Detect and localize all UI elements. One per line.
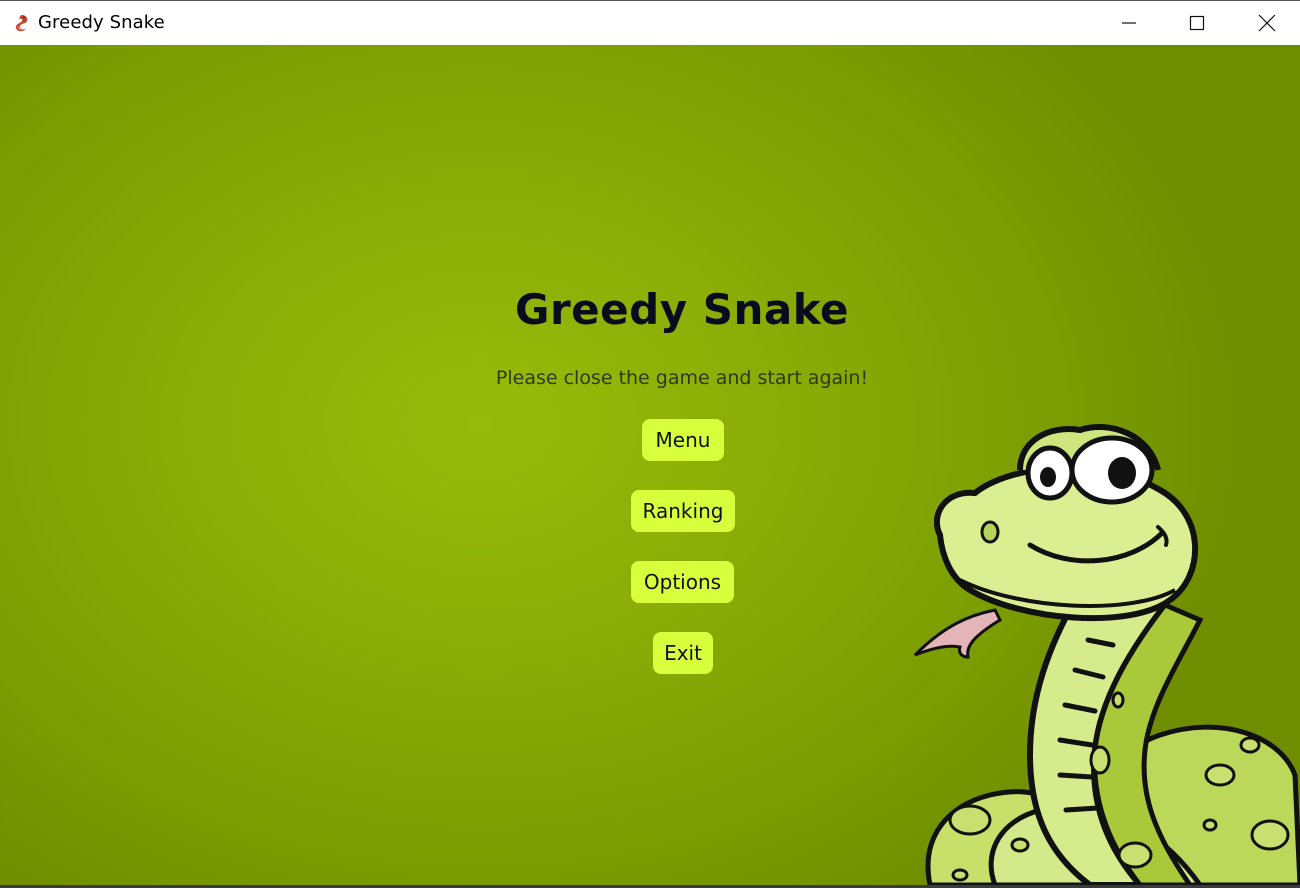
snake-app-icon	[15, 15, 28, 32]
close-button[interactable]	[1232, 1, 1300, 45]
title-bar[interactable]: Greedy Snake	[0, 1, 1300, 45]
menu-button[interactable]: Menu	[642, 419, 724, 461]
maximize-icon	[1189, 15, 1205, 31]
exit-button[interactable]: Exit	[653, 632, 713, 674]
game-title: Greedy Snake	[514, 285, 849, 334]
window-title: Greedy Snake	[38, 12, 165, 33]
options-button[interactable]: Options	[631, 561, 734, 603]
game-menu-screen: Greedy Snake Please close the game and s…	[0, 45, 1300, 885]
close-icon	[1258, 14, 1276, 32]
maximize-button[interactable]	[1162, 1, 1232, 45]
cartoon-snake-illustration	[913, 423, 1300, 885]
restart-message: Please close the game and start again!	[495, 367, 869, 389]
minimize-icon	[1122, 22, 1136, 24]
minimize-button[interactable]	[1094, 1, 1164, 45]
ranking-button[interactable]: Ranking	[631, 490, 735, 532]
game-window: Greedy Snake Greedy Snake Please close t…	[0, 0, 1300, 888]
